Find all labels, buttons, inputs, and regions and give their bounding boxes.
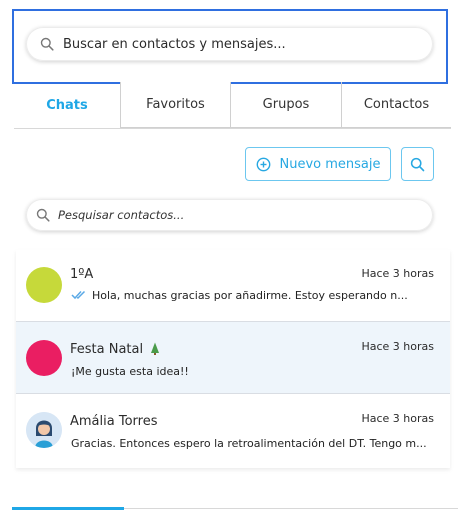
chat-name: Festa Natal xyxy=(70,342,160,359)
search-icon xyxy=(40,37,54,51)
chat-name: Amália Torres xyxy=(70,414,158,429)
christmas-tree-icon xyxy=(150,342,160,359)
bottom-tab-indicator xyxy=(12,507,124,510)
plus-circle-icon xyxy=(256,157,271,172)
search-icon xyxy=(410,157,425,172)
contact-search-input[interactable]: Pesquisar contactos... xyxy=(26,199,433,231)
chat-row[interactable]: Festa Natal Hace 3 horas ¡Me gusta esta … xyxy=(16,322,450,394)
avatar xyxy=(26,267,62,303)
contact-search-placeholder: Pesquisar contactos... xyxy=(58,208,185,222)
chat-preview: Hola, muchas gracias por añadirme. Estoy… xyxy=(92,289,408,302)
chat-row[interactable]: Amália Torres Hace 3 horas Gracias. Ento… xyxy=(16,394,450,468)
avatar xyxy=(26,340,62,376)
search-icon xyxy=(36,208,50,222)
chat-name-text: Festa Natal xyxy=(70,342,144,357)
global-search-container: Buscar en contactos y mensajes... xyxy=(12,9,448,84)
tab-favoritos[interactable]: Favoritos xyxy=(120,82,231,128)
chat-name: 1ºA xyxy=(70,267,94,282)
avatar xyxy=(26,412,62,448)
chat-time: Hace 3 horas xyxy=(361,267,434,280)
chat-list: 1ºA Hace 3 horas Hola, muchas gracias po… xyxy=(16,250,450,468)
chat-time: Hace 3 horas xyxy=(361,412,434,425)
chat-row[interactable]: 1ºA Hace 3 horas Hola, muchas gracias po… xyxy=(16,250,450,322)
chat-time: Hace 3 horas xyxy=(361,340,434,353)
chat-preview: ¡Me gusta esta idea!! xyxy=(71,365,189,378)
global-search-input[interactable]: Buscar en contactos y mensajes... xyxy=(26,27,433,61)
chat-tabs: Chats Favoritos Grupos Contactos xyxy=(14,82,451,129)
chat-preview: Gracias. Entonces espero la retroaliment… xyxy=(71,437,427,450)
global-search-placeholder: Buscar en contactos y mensajes... xyxy=(63,36,286,52)
tab-grupos[interactable]: Grupos xyxy=(231,82,342,128)
tab-contactos[interactable]: Contactos xyxy=(342,82,451,128)
new-message-button[interactable]: Nuevo mensaje xyxy=(245,147,391,181)
double-check-icon xyxy=(71,290,88,300)
tab-chats[interactable]: Chats xyxy=(14,82,120,128)
new-message-label: Nuevo mensaje xyxy=(279,156,381,172)
search-button[interactable] xyxy=(401,147,434,181)
